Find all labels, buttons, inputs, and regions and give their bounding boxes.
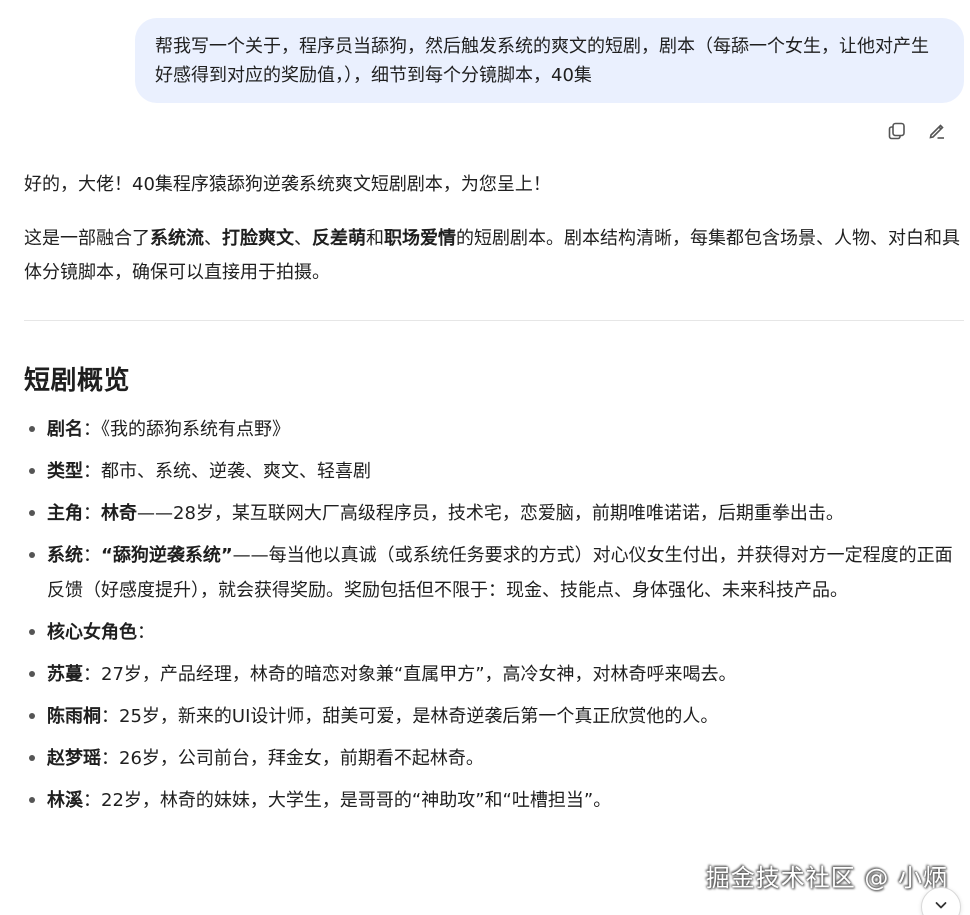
desc-text: 和 [366,228,384,249]
desc-tag-system-flow: 系统流 [150,228,204,249]
item-label: 剧名 [47,419,83,440]
user-message-bubble: 帮我写一个关于，程序员当舔狗，然后触发系统的爽文的短剧，剧本（每舔一个女生，让他… [135,18,964,103]
character-name: 林溪 [47,790,83,811]
desc-tag-face-slap: 打脸爽文 [222,228,294,249]
list-item-character: 陈雨桐：25岁，新来的UI设计师，甜美可爱，是林奇逆袭后第一个真正欣赏他的人。 [24,699,964,734]
character-name: 陈雨桐 [47,706,101,727]
answer-description: 这是一部融合了系统流、打脸爽文、反差萌和职场爱情的短剧剧本。剧本结构清晰，每集都… [24,222,964,290]
scroll-down-button[interactable] [921,887,961,915]
character-desc: ：25岁，新来的UI设计师，甜美可爱，是林奇逆袭后第一个真正欣赏他的人。 [101,706,719,727]
character-name: 苏蔓 [47,664,83,685]
item-label: 系统 [47,545,83,566]
item-label: 类型 [47,461,83,482]
list-item-lead: 主角：林奇——28岁，某互联网大厂高级程序员，技术宅，恋爱脑，前期唯唯诺诺，后期… [24,496,964,531]
character-desc: ：27岁，产品经理，林奇的暗恋对象兼“直属甲方”，高冷女神，对林奇呼来喝去。 [83,664,737,685]
desc-text: 这是一部融合了 [24,228,150,249]
list-item-character: 林溪：22岁，林奇的妹妹，大学生，是哥哥的“神助攻”和“吐槽担当”。 [24,783,964,818]
item-colon: ： [83,503,101,524]
chevron-down-icon [933,897,949,915]
user-message-text: 帮我写一个关于，程序员当舔狗，然后触发系统的爽文的短剧，剧本（每舔一个女生，让他… [155,36,929,86]
assistant-answer: 好的，大佬！40集程序猿舔狗逆袭系统爽文短剧剧本，为您呈上！ 这是一部融合了系统… [24,168,964,825]
item-colon: ： [83,545,101,566]
divider [24,320,964,321]
section-title: 短剧概览 [24,366,131,396]
list-item-character: 赵梦瑶：26岁，公司前台，拜金女，前期看不起林奇。 [24,741,964,776]
list-item-title: 剧名：《我的舔狗系统有点野》 [24,412,964,447]
item-colon: ： [137,622,155,643]
character-desc: ：22岁，林奇的妹妹，大学生，是哥哥的“神助攻”和“吐槽担当”。 [83,790,612,811]
list-item-female-roles: 核心女角色： [24,615,964,650]
desc-separator: 、 [294,228,312,249]
chat-page: 帮我写一个关于，程序员当舔狗，然后触发系统的爽文的短剧，剧本（每舔一个女生，让他… [0,0,970,915]
item-value: ——28岁，某互联网大厂高级程序员，技术宅，恋爱脑，前期唯唯诺诺，后期重拳出击。 [137,503,844,524]
desc-separator: 、 [204,228,222,249]
answer-intro: 好的，大佬！40集程序猿舔狗逆袭系统爽文短剧剧本，为您呈上！ [24,174,551,195]
list-item-genre: 类型：都市、系统、逆袭、爽文、轻喜剧 [24,454,964,489]
message-actions [884,118,950,144]
copy-icon[interactable] [884,118,910,144]
desc-tag-workplace-romance: 职场爱情 [384,228,456,249]
character-desc: ：26岁，公司前台，拜金女，前期看不起林奇。 [101,748,484,769]
item-value: ：都市、系统、逆袭、爽文、轻喜剧 [83,461,371,482]
lead-name: 林奇 [101,503,137,524]
watermark: 掘金技术社区 @ 小炳 [705,864,948,892]
list-item-character: 苏蔓：27岁，产品经理，林奇的暗恋对象兼“直属甲方”，高冷女神，对林奇呼来喝去。 [24,657,964,692]
overview-list: 剧名：《我的舔狗系统有点野》 类型：都市、系统、逆袭、爽文、轻喜剧 主角：林奇—… [24,412,964,818]
item-label: 核心女角色 [47,622,137,643]
item-label: 主角 [47,503,83,524]
edit-icon[interactable] [924,118,950,144]
desc-tag-contrast: 反差萌 [312,228,366,249]
system-name: “舔狗逆袭系统” [101,545,233,566]
item-value: ：《我的舔狗系统有点野》 [83,419,290,440]
character-name: 赵梦瑶 [47,748,101,769]
list-item-system: 系统：“舔狗逆袭系统”——每当他以真诚（或系统任务要求的方式）对心仪女生付出，并… [24,538,964,608]
